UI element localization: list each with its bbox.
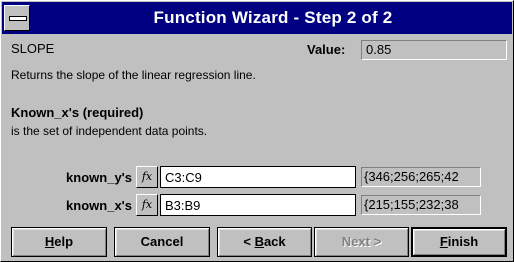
finish-button[interactable]: Finish [411,227,507,257]
window-title: Function Wizard - Step 2 of 2 [153,8,393,27]
fx-icon: fx [141,170,153,183]
function-name: SLOPE [11,41,55,56]
system-menu-icon [9,16,27,21]
function-description: Returns the slope of the linear regressi… [11,68,256,82]
help-button[interactable]: Help [11,227,107,257]
known-ys-result: {346;256;265;42 [361,167,481,187]
argument-description: is the set of independent data points. [11,124,208,138]
argument-title: Known_x's (required) [11,105,144,120]
next-button[interactable]: Next > [314,227,409,257]
cancel-button[interactable]: Cancel [114,227,210,257]
known-xs-result: {215;155;232;38 [361,195,481,215]
known-ys-input[interactable] [160,166,356,188]
system-menu-button[interactable] [4,5,30,31]
known-ys-label: known_y's [66,170,132,185]
known-xs-input[interactable] [160,194,356,216]
value-label: Value: [307,42,346,57]
known-xs-label: known_x's [66,198,132,213]
function-wizard-dialog: Function Wizard - Step 2 of 2 SLOPE Valu… [0,0,514,262]
known-ys-function-button[interactable]: fx [136,166,158,188]
known-xs-function-button[interactable]: fx [136,194,158,216]
title-bar[interactable]: Function Wizard - Step 2 of 2 [2,2,512,34]
fx-icon: fx [141,198,153,211]
value-display: 0.85 [361,40,507,60]
back-button[interactable]: < Back [217,227,312,257]
